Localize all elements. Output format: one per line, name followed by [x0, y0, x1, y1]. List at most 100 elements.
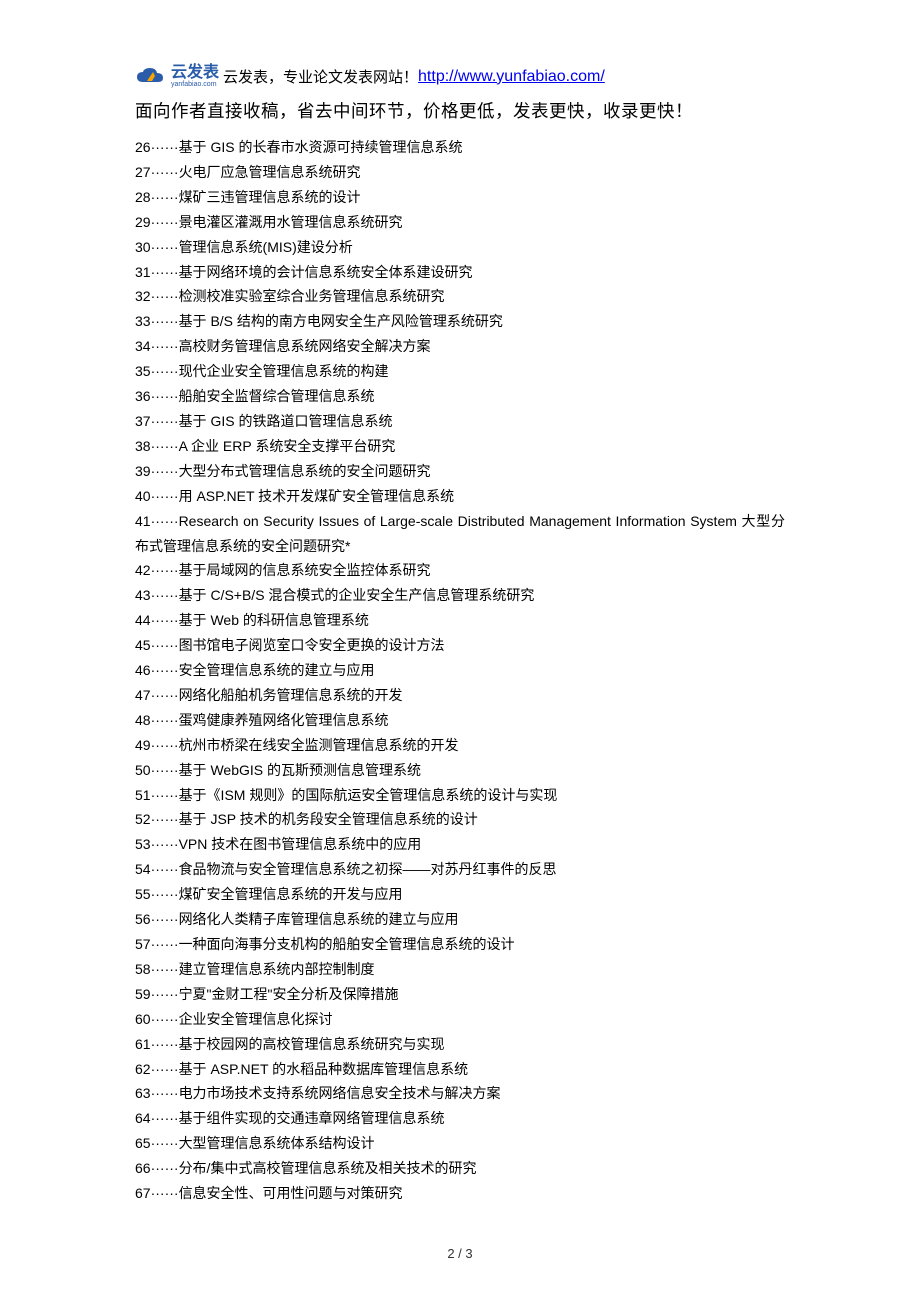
item-title: 信息安全性、可用性问题与对策研究 [179, 1185, 403, 1201]
item-separator: ······ [151, 861, 179, 877]
item-title: 基于 ASP.NET 的水稻品种数据库管理信息系统 [179, 1061, 469, 1077]
item-title: 基于 C/S+B/S 混合模式的企业安全生产信息管理系统研究 [179, 587, 535, 603]
header-slogan: 云发表，专业论文发表网站！ [223, 66, 418, 87]
item-number: 67 [135, 1185, 151, 1201]
item-separator: ······ [151, 1185, 179, 1201]
item-separator: ······ [151, 413, 179, 429]
item-number: 64 [135, 1110, 151, 1126]
item-title: 杭州市桥梁在线安全监测管理信息系统的开发 [179, 737, 459, 753]
item-title: 煤矿三违管理信息系统的设计 [179, 189, 361, 205]
item-separator: ······ [151, 1135, 179, 1151]
item-separator: ······ [151, 587, 179, 603]
list-item: 26······基于 GIS 的长春市水资源可持续管理信息系统 [135, 135, 785, 160]
item-number: 43 [135, 587, 151, 603]
item-separator: ······ [151, 388, 179, 404]
item-separator: ······ [151, 787, 179, 803]
item-number: 45 [135, 637, 151, 653]
list-item: 57······一种面向海事分支机构的船舶安全管理信息系统的设计 [135, 932, 785, 957]
list-item: 42······基于局域网的信息系统安全监控体系研究 [135, 558, 785, 583]
item-number: 55 [135, 886, 151, 902]
item-number: 61 [135, 1036, 151, 1052]
list-item: 37······基于 GIS 的铁路道口管理信息系统 [135, 409, 785, 434]
item-number: 36 [135, 388, 151, 404]
list-item: 33······基于 B/S 结构的南方电网安全生产风险管理系统研究 [135, 309, 785, 334]
item-number: 46 [135, 662, 151, 678]
item-title: 网络化人类精子库管理信息系统的建立与应用 [179, 911, 459, 927]
item-title: A 企业 ERP 系统安全支撑平台研究 [179, 438, 396, 454]
item-separator: ······ [151, 662, 179, 678]
item-separator: ······ [151, 463, 179, 479]
list-item: 59······宁夏"金财工程"安全分析及保障措施 [135, 982, 785, 1007]
item-separator: ······ [151, 239, 179, 255]
item-number: 30 [135, 239, 151, 255]
list-item: 45······图书馆电子阅览室口令安全更换的设计方法 [135, 633, 785, 658]
item-separator: ······ [151, 488, 179, 504]
item-title: 电力市场技术支持系统网络信息安全技术与解决方案 [179, 1085, 501, 1101]
item-separator: ······ [151, 1160, 179, 1176]
item-title: 分布/集中式高校管理信息系统及相关技术的研究 [179, 1160, 477, 1176]
list-item: 28······煤矿三违管理信息系统的设计 [135, 185, 785, 210]
list-item: 60······企业安全管理信息化探讨 [135, 1007, 785, 1032]
item-separator: ······ [151, 288, 179, 304]
item-separator: ······ [151, 164, 179, 180]
item-title: 管理信息系统(MIS)建设分析 [179, 239, 353, 255]
item-separator: ······ [151, 189, 179, 205]
item-title: 基于校园网的高校管理信息系统研究与实现 [179, 1036, 445, 1052]
item-number: 44 [135, 612, 151, 628]
item-separator: ······ [151, 438, 179, 454]
item-number: 41 [135, 513, 151, 529]
item-number: 63 [135, 1085, 151, 1101]
header-link[interactable]: http://www.yunfabiao.com/ [418, 68, 605, 86]
item-separator: ······ [151, 737, 179, 753]
item-title: 高校财务管理信息系统网络安全解决方案 [179, 338, 431, 354]
list-item: 52······基于 JSP 技术的机务段安全管理信息系统的设计 [135, 807, 785, 832]
item-title: 食品物流与安全管理信息系统之初探——对苏丹红事件的反思 [179, 861, 557, 877]
item-separator: ······ [151, 687, 179, 703]
item-separator: ······ [151, 214, 179, 230]
cloud-logo-icon [135, 66, 167, 88]
item-number: 53 [135, 836, 151, 852]
item-title: 大型管理信息系统体系结构设计 [179, 1135, 375, 1151]
item-number: 65 [135, 1135, 151, 1151]
item-number: 38 [135, 438, 151, 454]
list-item: 47······网络化船舶机务管理信息系统的开发 [135, 683, 785, 708]
item-number: 49 [135, 737, 151, 753]
item-separator: ······ [151, 363, 179, 379]
list-item: 36······船舶安全监督综合管理信息系统 [135, 384, 785, 409]
list-item: 54······食品物流与安全管理信息系统之初探——对苏丹红事件的反思 [135, 857, 785, 882]
list-item: 65······大型管理信息系统体系结构设计 [135, 1131, 785, 1156]
document-page: 云发表 yanfabiao.com 云发表，专业论文发表网站！ http://w… [0, 0, 920, 1301]
item-separator: ······ [151, 936, 179, 952]
item-title: 现代企业安全管理信息系统的构建 [179, 363, 389, 379]
item-separator: ······ [151, 811, 179, 827]
item-number: 51 [135, 787, 151, 803]
item-title: 大型分布式管理信息系统的安全问题研究 [179, 463, 431, 479]
list-item: 55······煤矿安全管理信息系统的开发与应用 [135, 882, 785, 907]
list-item: 29······景电灌区灌溉用水管理信息系统研究 [135, 210, 785, 235]
item-number: 47 [135, 687, 151, 703]
item-separator: ······ [151, 637, 179, 653]
list-item: 53······VPN 技术在图书管理信息系统中的应用 [135, 832, 785, 857]
item-title: 安全管理信息系统的建立与应用 [179, 662, 375, 678]
list-item: 56······网络化人类精子库管理信息系统的建立与应用 [135, 907, 785, 932]
item-title: 基于 GIS 的铁路道口管理信息系统 [179, 413, 393, 429]
item-number: 42 [135, 562, 151, 578]
item-separator: ······ [151, 1110, 179, 1126]
item-separator: ······ [151, 562, 179, 578]
item-number: 54 [135, 861, 151, 877]
item-separator: ······ [151, 612, 179, 628]
item-title: 宁夏"金财工程"安全分析及保障措施 [179, 986, 399, 1002]
item-title: 基于 JSP 技术的机务段安全管理信息系统的设计 [179, 811, 478, 827]
list-item: 48······蛋鸡健康养殖网络化管理信息系统 [135, 708, 785, 733]
list-item: 35······现代企业安全管理信息系统的构建 [135, 359, 785, 384]
paper-list: 26······基于 GIS 的长春市水资源可持续管理信息系统27······火… [135, 135, 785, 1206]
item-title: 检测校准实验室综合业务管理信息系统研究 [179, 288, 445, 304]
list-item: 64······基于组件实现的交通违章网络管理信息系统 [135, 1106, 785, 1131]
item-title: 基于 B/S 结构的南方电网安全生产风险管理系统研究 [179, 313, 503, 329]
list-item: 49······杭州市桥梁在线安全监测管理信息系统的开发 [135, 733, 785, 758]
item-separator: ······ [151, 264, 179, 280]
list-item: 50······基于 WebGIS 的瓦斯预测信息管理系统 [135, 758, 785, 783]
list-item: 30······管理信息系统(MIS)建设分析 [135, 235, 785, 260]
list-item: 43······基于 C/S+B/S 混合模式的企业安全生产信息管理系统研究 [135, 583, 785, 608]
item-number: 26 [135, 139, 151, 155]
